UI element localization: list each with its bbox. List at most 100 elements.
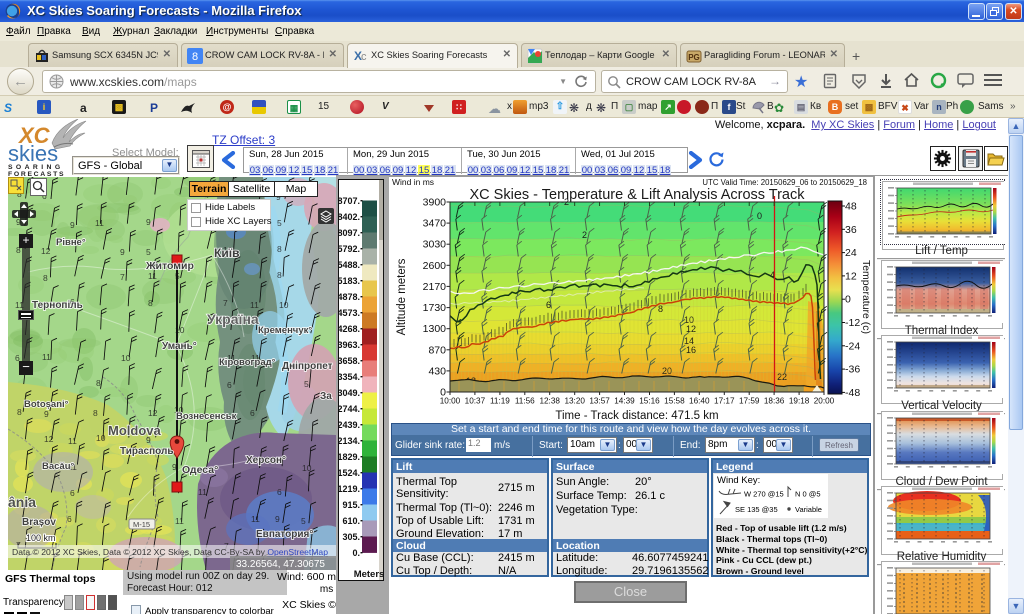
svg-text:4573.: 4573. [338, 308, 360, 318]
svg-text:4268.: 4268. [338, 324, 360, 334]
svg-text:Wind in ms: Wind in ms [392, 177, 434, 187]
svg-text:6: 6 [277, 487, 282, 497]
svg-text:1300: 1300 [423, 323, 447, 335]
svg-text:14:39: 14:39 [614, 397, 635, 406]
svg-text:1730: 1730 [423, 302, 447, 314]
svg-text:12: 12 [41, 246, 51, 256]
svg-text:Moldova: Moldova [108, 423, 161, 438]
svg-text:16:40: 16:40 [689, 397, 710, 406]
svg-text:-48: -48 [845, 387, 860, 399]
svg-text:Bacău°: Bacău° [42, 461, 75, 472]
svg-text:2: 2 [582, 230, 587, 240]
svg-text:915.: 915. [342, 500, 360, 510]
svg-text:10: 10 [121, 353, 131, 363]
svg-text:48: 48 [845, 201, 857, 213]
svg-text:skies: skies [8, 141, 58, 166]
svg-text:Рівне°: Рівне° [56, 237, 86, 248]
svg-text:Botoșani°: Botoșani° [24, 399, 69, 410]
svg-text:5183.: 5183. [338, 276, 360, 286]
svg-text:3900: 3900 [423, 197, 447, 209]
svg-text:24: 24 [845, 247, 857, 259]
svg-text:PG: PG [688, 53, 700, 62]
svg-text:5: 5 [304, 379, 309, 389]
svg-text:Вознесенськ: Вознесенськ [176, 411, 237, 422]
svg-text:За: За [320, 391, 332, 402]
svg-text:18:36: 18:36 [764, 397, 785, 406]
svg-text:4878.: 4878. [338, 292, 360, 302]
svg-text:XC Skies - Temperature & Lift: XC Skies - Temperature & Lift Analysis A… [470, 187, 806, 203]
svg-text:Умань°: Умань° [162, 341, 197, 352]
svg-text:1829.: 1829. [338, 452, 360, 462]
svg-text:2170: 2170 [423, 281, 447, 293]
svg-text:Тирасполь: Тирасполь [120, 446, 174, 457]
svg-text:13:20: 13:20 [564, 397, 585, 406]
svg-text:20: 20 [662, 366, 672, 376]
svg-text:-24: -24 [845, 340, 860, 352]
svg-text:6: 6 [70, 488, 75, 498]
svg-text:12: 12 [686, 324, 696, 334]
svg-text:10: 10 [279, 300, 289, 310]
svg-text:Time - Track distance: 471.5 k: Time - Track distance: 471.5 km [555, 410, 718, 422]
svg-text:0.: 0. [352, 548, 360, 558]
svg-text:8: 8 [277, 244, 282, 254]
svg-text:610.: 610. [342, 516, 360, 526]
svg-text:8: 8 [96, 378, 101, 388]
svg-text:9: 9 [146, 217, 151, 227]
svg-text:8097.: 8097. [338, 228, 360, 238]
svg-text:8: 8 [148, 298, 153, 308]
svg-text:19:18: 19:18 [789, 397, 810, 406]
svg-text:10:00: 10:00 [440, 397, 461, 406]
svg-text:Київ: Київ [214, 246, 239, 260]
svg-text:ânia: ânia [8, 494, 36, 510]
svg-text:-12: -12 [845, 317, 860, 329]
svg-text:Altitude meters: Altitude meters [396, 258, 408, 335]
svg-text:11: 11 [198, 487, 207, 497]
svg-text:Херсон°: Херсон° [246, 455, 286, 466]
svg-text:9: 9 [120, 247, 125, 257]
svg-text:5: 5 [277, 218, 282, 228]
svg-text:M-15: M-15 [133, 520, 150, 529]
svg-text:10:37: 10:37 [465, 397, 486, 406]
svg-text:36: 36 [845, 224, 857, 236]
svg-text:3030: 3030 [423, 239, 447, 251]
svg-text:7: 7 [223, 298, 228, 308]
svg-text:Україна: Україна [207, 311, 259, 327]
svg-text:8: 8 [277, 270, 282, 280]
svg-text:Data © 2012 XC Skies, Data © 2: Data © 2012 XC Skies, Data © 2012 XC Ski… [12, 547, 328, 557]
svg-text:12: 12 [148, 408, 158, 418]
svg-text:9: 9 [275, 514, 280, 524]
svg-text:22: 22 [777, 372, 787, 382]
svg-text:305.: 305. [342, 532, 360, 542]
svg-text:N 0 @5: N 0 @5 [795, 490, 821, 499]
svg-text:3963.: 3963. [338, 340, 360, 350]
svg-text:15:16: 15:16 [639, 397, 660, 406]
svg-text:6: 6 [67, 514, 72, 524]
svg-text:11: 11 [250, 300, 259, 310]
svg-text:5: 5 [146, 247, 151, 257]
svg-text:3658.: 3658. [338, 356, 360, 366]
svg-text:W 270 @15: W 270 @15 [744, 490, 784, 499]
svg-text:Житомир: Житомир [145, 260, 194, 272]
svg-text:12:38: 12:38 [539, 397, 560, 406]
svg-text:1219.: 1219. [338, 484, 360, 494]
svg-text:8: 8 [43, 273, 48, 283]
svg-text:UTC Valid Time: 20150629_06 to: UTC Valid Time: 20150629_06 to 20150629_… [702, 178, 867, 187]
svg-text:1524.: 1524. [338, 468, 360, 478]
svg-text:11: 11 [95, 218, 104, 228]
svg-text:11: 11 [68, 436, 77, 446]
svg-text:20:00: 20:00 [814, 397, 835, 406]
svg-text:430: 430 [428, 365, 446, 377]
svg-text:7: 7 [120, 272, 125, 282]
svg-text:5792.: 5792. [338, 244, 360, 254]
svg-text:2134.: 2134. [338, 436, 360, 446]
svg-text:Тернопіль: Тернопіль [32, 300, 83, 311]
svg-text:15:58: 15:58 [664, 397, 685, 406]
svg-text:SE 135 @35: SE 135 @35 [735, 505, 778, 514]
svg-text:5488.: 5488. [338, 260, 360, 270]
svg-text:-36: -36 [845, 364, 860, 376]
svg-text:9: 9 [44, 409, 49, 419]
svg-text:11:19: 11:19 [490, 397, 510, 406]
svg-text:870: 870 [428, 344, 446, 356]
svg-text:10: 10 [96, 433, 106, 443]
svg-text:Temperature (c): Temperature (c) [860, 260, 872, 334]
